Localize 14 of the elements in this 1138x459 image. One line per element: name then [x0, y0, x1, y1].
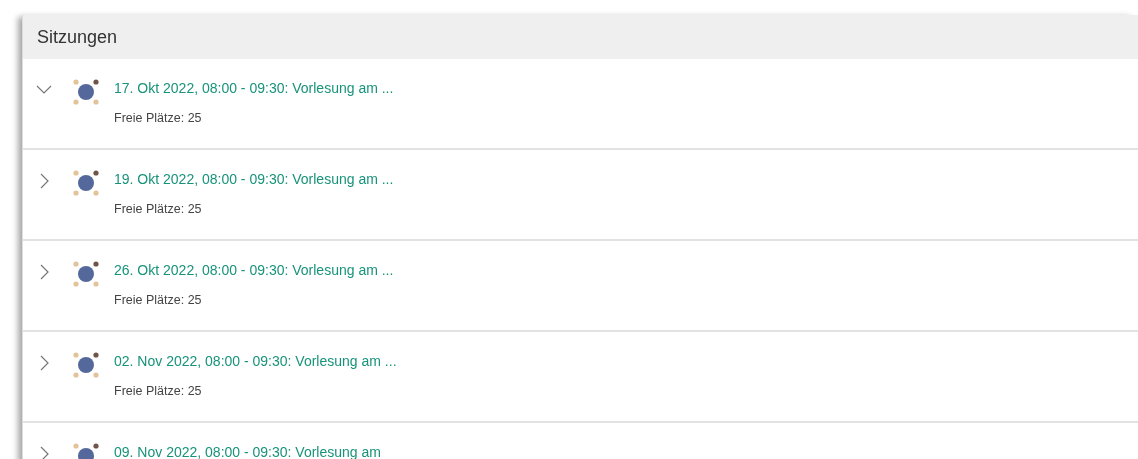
panel-title: Sitzungen [37, 26, 118, 48]
session-title-link[interactable]: 19. Okt 2022, 08:00 - 09:30: Vorlesung am ... [114, 171, 394, 188]
free-seats-text: Freie Plätze: 25 [114, 111, 203, 125]
group-icon [72, 351, 100, 379]
free-seats-text: Freie Plätze: 25 [114, 384, 203, 398]
free-seats-text: Freie Plätze: 25 [114, 293, 203, 307]
session-title-link[interactable]: 26. Okt 2022, 08:00 - 09:30: Vorlesung am ... [114, 262, 394, 279]
group-icon [72, 78, 100, 106]
session-title-link[interactable]: 17. Okt 2022, 08:00 - 09:30: Vorlesung am ... [114, 80, 394, 97]
free-seats-text: Freie Plätze: 25 [114, 202, 203, 216]
session-title-link[interactable]: 09. Nov 2022, 08:00 - 09:30: Vorlesung am [114, 444, 381, 459]
group-icon [72, 169, 100, 197]
group-icon [72, 260, 100, 288]
session-title-link[interactable]: 02. Nov 2022, 08:00 - 09:30: Vorlesung am ... [114, 353, 397, 370]
